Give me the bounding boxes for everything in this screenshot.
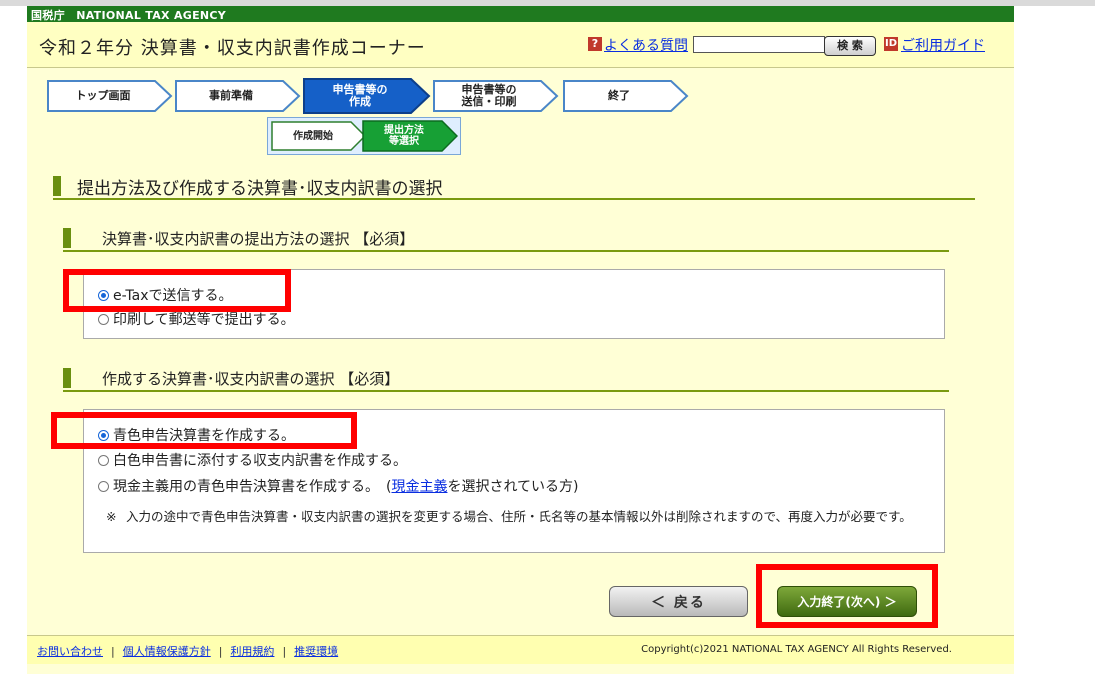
main-heading: 提出方法及び作成する決算書･収支内訳書の選択 — [53, 174, 975, 200]
guide-link[interactable]: ご利用ガイド — [901, 35, 985, 55]
option-white-income-statement-label: 白色申告書に添付する収支内訳書を作成する。 — [113, 453, 407, 469]
faq-link[interactable]: よくある質問 — [604, 35, 688, 55]
substep-method-label: 提出方法 等選択 — [362, 120, 458, 152]
search-button[interactable]: 検 索 — [824, 36, 876, 56]
highlight-etax-option — [63, 269, 291, 312]
footer-link-contact[interactable]: お問い合わせ — [37, 645, 103, 658]
cash-basis-link[interactable]: 現金主義 — [391, 476, 447, 496]
note-text: 入力の途中で青色申告決算書・収支内訳書の選択を変更する場合、住所・氏名等の基本情… — [126, 509, 912, 524]
section-document-type-title: 作成する決算書･収支内訳書の選択 【必須】 — [102, 370, 400, 388]
copyright: Copyright(c)2021 NATIONAL TAX AGENCY All… — [641, 644, 952, 655]
page-container: 国税庁 NATIONAL TAX AGENCY 令和２年分 決算書・収支内訳書作… — [27, 6, 1014, 674]
footer-link-terms[interactable]: 利用規約 — [230, 645, 274, 658]
back-button[interactable]: ＜ 戻る — [609, 586, 748, 617]
guide-book-icon: ID — [884, 37, 898, 51]
step-top-label: トップ画面 — [75, 89, 131, 102]
section-submit-method-title: 決算書･収支内訳書の提出方法の選択 【必須】 — [102, 230, 415, 248]
section-document-type-heading: 作成する決算書･収支内訳書の選択 【必須】 — [63, 366, 949, 392]
step-send-label: 申告書等の 送信・印刷 — [433, 77, 559, 115]
step-end-label: 終了 — [608, 89, 630, 102]
step-send-line2: 送信・印刷 — [461, 95, 517, 108]
radio-cash-basis[interactable] — [98, 480, 109, 492]
option-print-mail-label: 印刷して郵送等で提出する。 — [113, 312, 295, 328]
radio-white-income-statement[interactable] — [98, 454, 109, 466]
substep-method-current: 提出方法 等選択 — [362, 120, 458, 152]
option-cash-basis-suffix: を選択されている方) — [447, 479, 579, 495]
substep-method-line1: 提出方法 — [384, 125, 424, 136]
footer-separator: | — [111, 645, 115, 658]
change-warning-note: ※ 入力の途中で青色申告決算書・収支内訳書の選択を変更する場合、住所・氏名等の基… — [106, 509, 936, 525]
step-create-label: 申告書等の 作成 — [303, 77, 431, 115]
substep-method-line2: 等選択 — [389, 136, 419, 147]
step-create-line2: 作成 — [349, 95, 371, 108]
heading-bar — [63, 228, 71, 248]
footer-separator: | — [282, 645, 287, 658]
agency-bar: 国税庁 NATIONAL TAX AGENCY — [27, 6, 1014, 22]
substep-start: 作成開始 — [271, 120, 367, 152]
page-title: 令和２年分 決算書・収支内訳書作成コーナー — [39, 38, 426, 59]
question-icon: ? — [588, 37, 602, 51]
heading-bar — [53, 176, 61, 196]
step-prep[interactable]: 事前準備 — [175, 77, 301, 115]
section-submit-method-heading: 決算書･収支内訳書の提出方法の選択 【必須】 — [63, 226, 949, 252]
next-button[interactable]: 入力終了(次へ) ＞ — [777, 586, 917, 617]
option-white-income-statement[interactable]: 白色申告書に添付する収支内訳書を作成する。 — [98, 450, 407, 470]
step-top[interactable]: トップ画面 — [47, 77, 173, 115]
footer-link-environment[interactable]: 推奨環境 — [294, 645, 338, 658]
heading-bar — [63, 368, 71, 388]
header: 令和２年分 決算書・収支内訳書作成コーナー ? よくある質問 検 索 ID ご利… — [27, 22, 1014, 68]
option-print-mail[interactable]: 印刷して郵送等で提出する。 — [98, 309, 295, 329]
option-cash-basis-label: 現金主義用の青色申告決算書を作成する。 ( — [113, 479, 392, 495]
substep-start-label: 作成開始 — [293, 130, 333, 142]
footer-separator: | — [218, 645, 223, 658]
footer-link-privacy[interactable]: 個人情報保護方針 — [123, 645, 211, 658]
search-input[interactable] — [693, 36, 825, 53]
substeps-panel: 作成開始 提出方法 等選択 — [267, 117, 461, 155]
radio-print-mail[interactable] — [98, 313, 109, 325]
highlight-blue-return-option — [51, 412, 357, 449]
step-create-current: 申告書等の 作成 — [303, 77, 431, 115]
main-heading-text: 提出方法及び作成する決算書･収支内訳書の選択 — [77, 179, 443, 199]
step-prep-label: 事前準備 — [209, 89, 253, 102]
option-cash-basis[interactable]: 現金主義用の青色申告決算書を作成する。 (現金主義 を選択されている方) — [98, 476, 579, 496]
step-send: 申告書等の 送信・印刷 — [433, 77, 559, 115]
agency-name: 国税庁 NATIONAL TAX AGENCY — [31, 9, 227, 22]
footer-links: お問い合わせ | 個人情報保護方針 | 利用規約 | 推奨環境 — [37, 643, 338, 659]
step-end: 終了 — [563, 77, 689, 115]
footer: お問い合わせ | 個人情報保護方針 | 利用規約 | 推奨環境 Copyright(c)20… — [27, 635, 1014, 664]
note-mark: ※ — [106, 509, 117, 524]
